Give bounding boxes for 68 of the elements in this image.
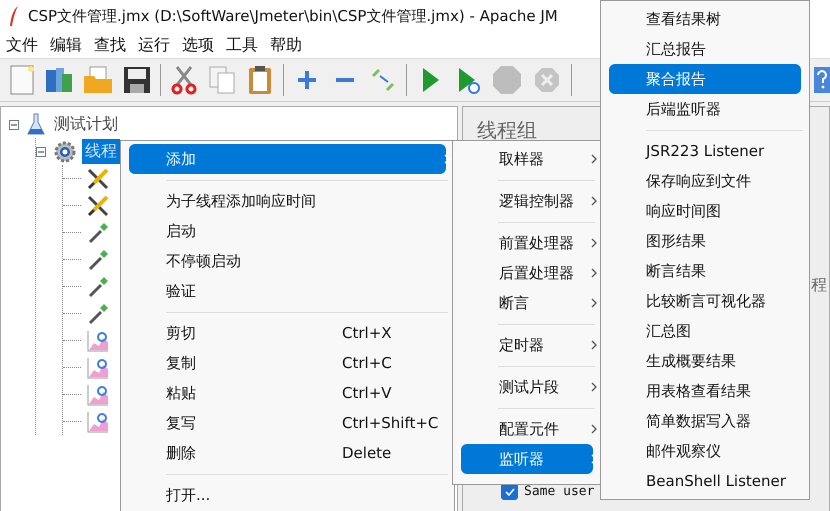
menu-item[interactable]: 配置元件 [461,414,593,444]
menu-item[interactable]: 保存响应到文件 [609,166,801,196]
new-file-icon[interactable] [8,64,36,96]
dropper-icon [86,274,110,298]
dropper-icon [86,302,110,326]
menu-item[interactable]: 汇总图 [609,316,801,346]
menu-item[interactable]: 生成概要结果 [609,346,801,376]
menu-item[interactable]: 取样器 [461,144,593,174]
menu-item[interactable]: 测试片段 [461,372,593,402]
collapse-toggle[interactable] [36,146,48,156]
menu-item[interactable]: 图形结果 [609,226,801,256]
menu-item[interactable]: 剪切 Ctrl+X [129,318,446,348]
menu-item[interactable]: 复制 Ctrl+C [129,348,446,378]
menu-item[interactable]: 删除 Delete [129,438,446,468]
checkmark-icon [504,486,516,498]
menu-bar-item[interactable]: 运行 [138,34,170,56]
dropper-icon [86,220,110,244]
menu-item[interactable]: 为子线程添加响应时间 [129,186,446,216]
menu-item[interactable]: 简单数据写入器 [609,406,801,436]
copy-icon[interactable] [207,64,237,96]
panel-title: 线程组 [477,117,537,144]
menu-bar-item[interactable]: 查找 [94,34,126,56]
flask-icon [26,112,46,136]
chart-icon [86,356,110,380]
menu-bar-item[interactable]: 选项 [182,34,214,56]
checkbox-label: Same user [524,484,594,499]
menu-item[interactable]: 用表格查看结果 [609,376,801,406]
wrench-screwdriver-icon [86,194,110,218]
menu-item[interactable]: 后端监听器 [609,94,801,124]
scissors-icon[interactable] [169,64,199,96]
menu-bar-item[interactable]: 帮助 [270,34,302,56]
menu-item[interactable]: 聚合报告 [609,64,801,94]
menu-bar-item[interactable]: 编辑 [50,34,82,56]
chart-icon [86,382,110,406]
help-icon[interactable] [814,67,830,93]
tree-item[interactable]: 测试计划 [51,112,121,137]
dropper-icon [86,248,110,272]
menu-bar-item[interactable]: 工具 [226,34,258,56]
field-label: 程 [811,275,827,296]
window-title: CSP文件管理.jmx (D:\SoftWare\Jmeter\bin\CSP文件管理.jmx) - Apache JM [28,6,558,26]
menu-item[interactable]: 复写 Ctrl+Shift+C [129,408,446,438]
menu-item[interactable]: BeanShell Listener [609,466,801,496]
menu-item[interactable]: 逻辑控制器 [461,186,593,216]
menu-item[interactable]: 不停顿启动 [129,246,446,276]
menu-bar-item[interactable]: 文件 [6,34,38,56]
menu-item[interactable]: JSR223 Listener [609,136,801,166]
menu-item[interactable]: 断言 [461,288,593,318]
menu-item[interactable]: 粘贴 Ctrl+V [129,378,446,408]
wrench-screwdriver-icon [86,166,110,190]
menu-item[interactable]: 汇总报告 [609,34,801,64]
menu-item[interactable]: 比较断言可视化器 [609,286,801,316]
menu-item[interactable]: 打开... [129,480,446,510]
chart-icon [86,410,110,434]
menu-item[interactable]: 后置处理器 [461,258,593,288]
menu-item[interactable]: 响应时间图 [609,196,801,226]
folder-icon[interactable] [82,64,114,96]
gear-icon [53,140,77,164]
menu-item[interactable]: 定时器 [461,330,593,360]
menu-item[interactable]: 前置处理器 [461,228,593,258]
collapse-toggle[interactable] [9,120,21,130]
menu-item[interactable]: 启动 [129,216,446,246]
chart-icon [86,328,110,352]
save-icon[interactable] [122,64,152,96]
menu-item[interactable]: 邮件观察仪 [609,436,801,466]
feather-icon [8,5,20,27]
menu-item[interactable]: 查看结果树 [609,4,801,34]
menu-item[interactable]: 断言结果 [609,256,801,286]
menu-item[interactable]: 验证 [129,276,446,306]
